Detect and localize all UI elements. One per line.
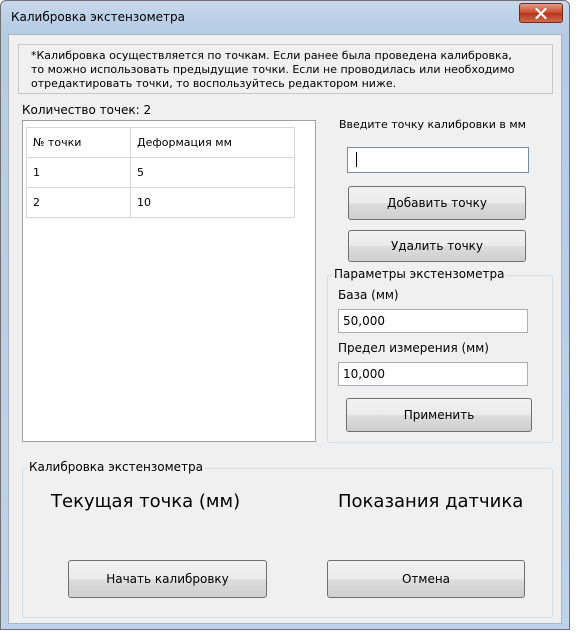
base-input[interactable]: 50,000: [338, 309, 528, 333]
cell-deformation[interactable]: 10: [130, 187, 295, 218]
info-text: *Калибровка осуществляется по точкам. Ес…: [31, 49, 515, 90]
close-button[interactable]: [519, 3, 563, 23]
sensor-reading-label: Показания датчика: [338, 491, 524, 512]
title-bar[interactable]: Калибровка экстензометра: [1, 1, 569, 33]
start-calibration-button[interactable]: Начать калибровку: [68, 560, 267, 598]
calibration-group-legend: Калибровка экстензометра: [27, 460, 205, 474]
dialog-client-area: *Калибровка осуществляется по точкам. Ес…: [8, 34, 562, 624]
table-header-row: № точки Деформация мм: [26, 127, 295, 158]
base-label: База (мм): [338, 288, 399, 302]
column-header-point-number[interactable]: № точки: [26, 127, 131, 158]
info-panel: *Калибровка осуществляется по точкам. Ес…: [18, 44, 553, 94]
points-grid[interactable]: № точки Деформация мм 1 5 2 10: [22, 120, 316, 442]
current-point-label: Текущая точка (мм): [51, 491, 241, 512]
calibration-point-input[interactable]: [347, 147, 529, 173]
add-point-button-label: Добавить точку: [387, 196, 487, 210]
enter-point-label: Введите точку калибровки в мм: [339, 118, 526, 131]
close-icon: [535, 8, 547, 19]
table-row[interactable]: 1 5: [26, 157, 295, 188]
cell-point-number[interactable]: 2: [26, 187, 131, 218]
window-title: Калибровка экстензометра: [11, 10, 185, 24]
limit-input[interactable]: 10,000: [338, 362, 528, 386]
text-caret: [356, 152, 357, 167]
points-table: № точки Деформация мм 1 5 2 10: [26, 127, 295, 218]
delete-point-button-label: Удалить точку: [390, 239, 484, 253]
apply-button[interactable]: Применить: [346, 398, 532, 432]
params-group-legend: Параметры экстензометра: [332, 267, 507, 281]
cell-point-number[interactable]: 1: [26, 157, 131, 188]
start-calibration-button-label: Начать калибровку: [106, 572, 229, 586]
delete-point-button[interactable]: Удалить точку: [348, 230, 526, 262]
limit-label: Предел измерения (мм): [338, 341, 489, 355]
points-count-label: Количество точек: 2: [22, 103, 152, 117]
apply-button-label: Применить: [403, 408, 475, 422]
cell-deformation[interactable]: 5: [130, 157, 295, 188]
dialog-window: Калибровка экстензометра *Калибровка осу…: [0, 0, 570, 630]
add-point-button[interactable]: Добавить точку: [348, 186, 526, 220]
table-row[interactable]: 2 10: [26, 187, 295, 218]
extensometer-params-group: Параметры экстензометра База (мм) 50,000…: [327, 267, 553, 443]
cancel-button[interactable]: Отмена: [327, 560, 525, 598]
cancel-button-label: Отмена: [401, 572, 451, 586]
column-header-deformation[interactable]: Деформация мм: [130, 127, 295, 158]
calibration-group: Калибровка экстензометра Текущая точка (…: [22, 460, 553, 618]
